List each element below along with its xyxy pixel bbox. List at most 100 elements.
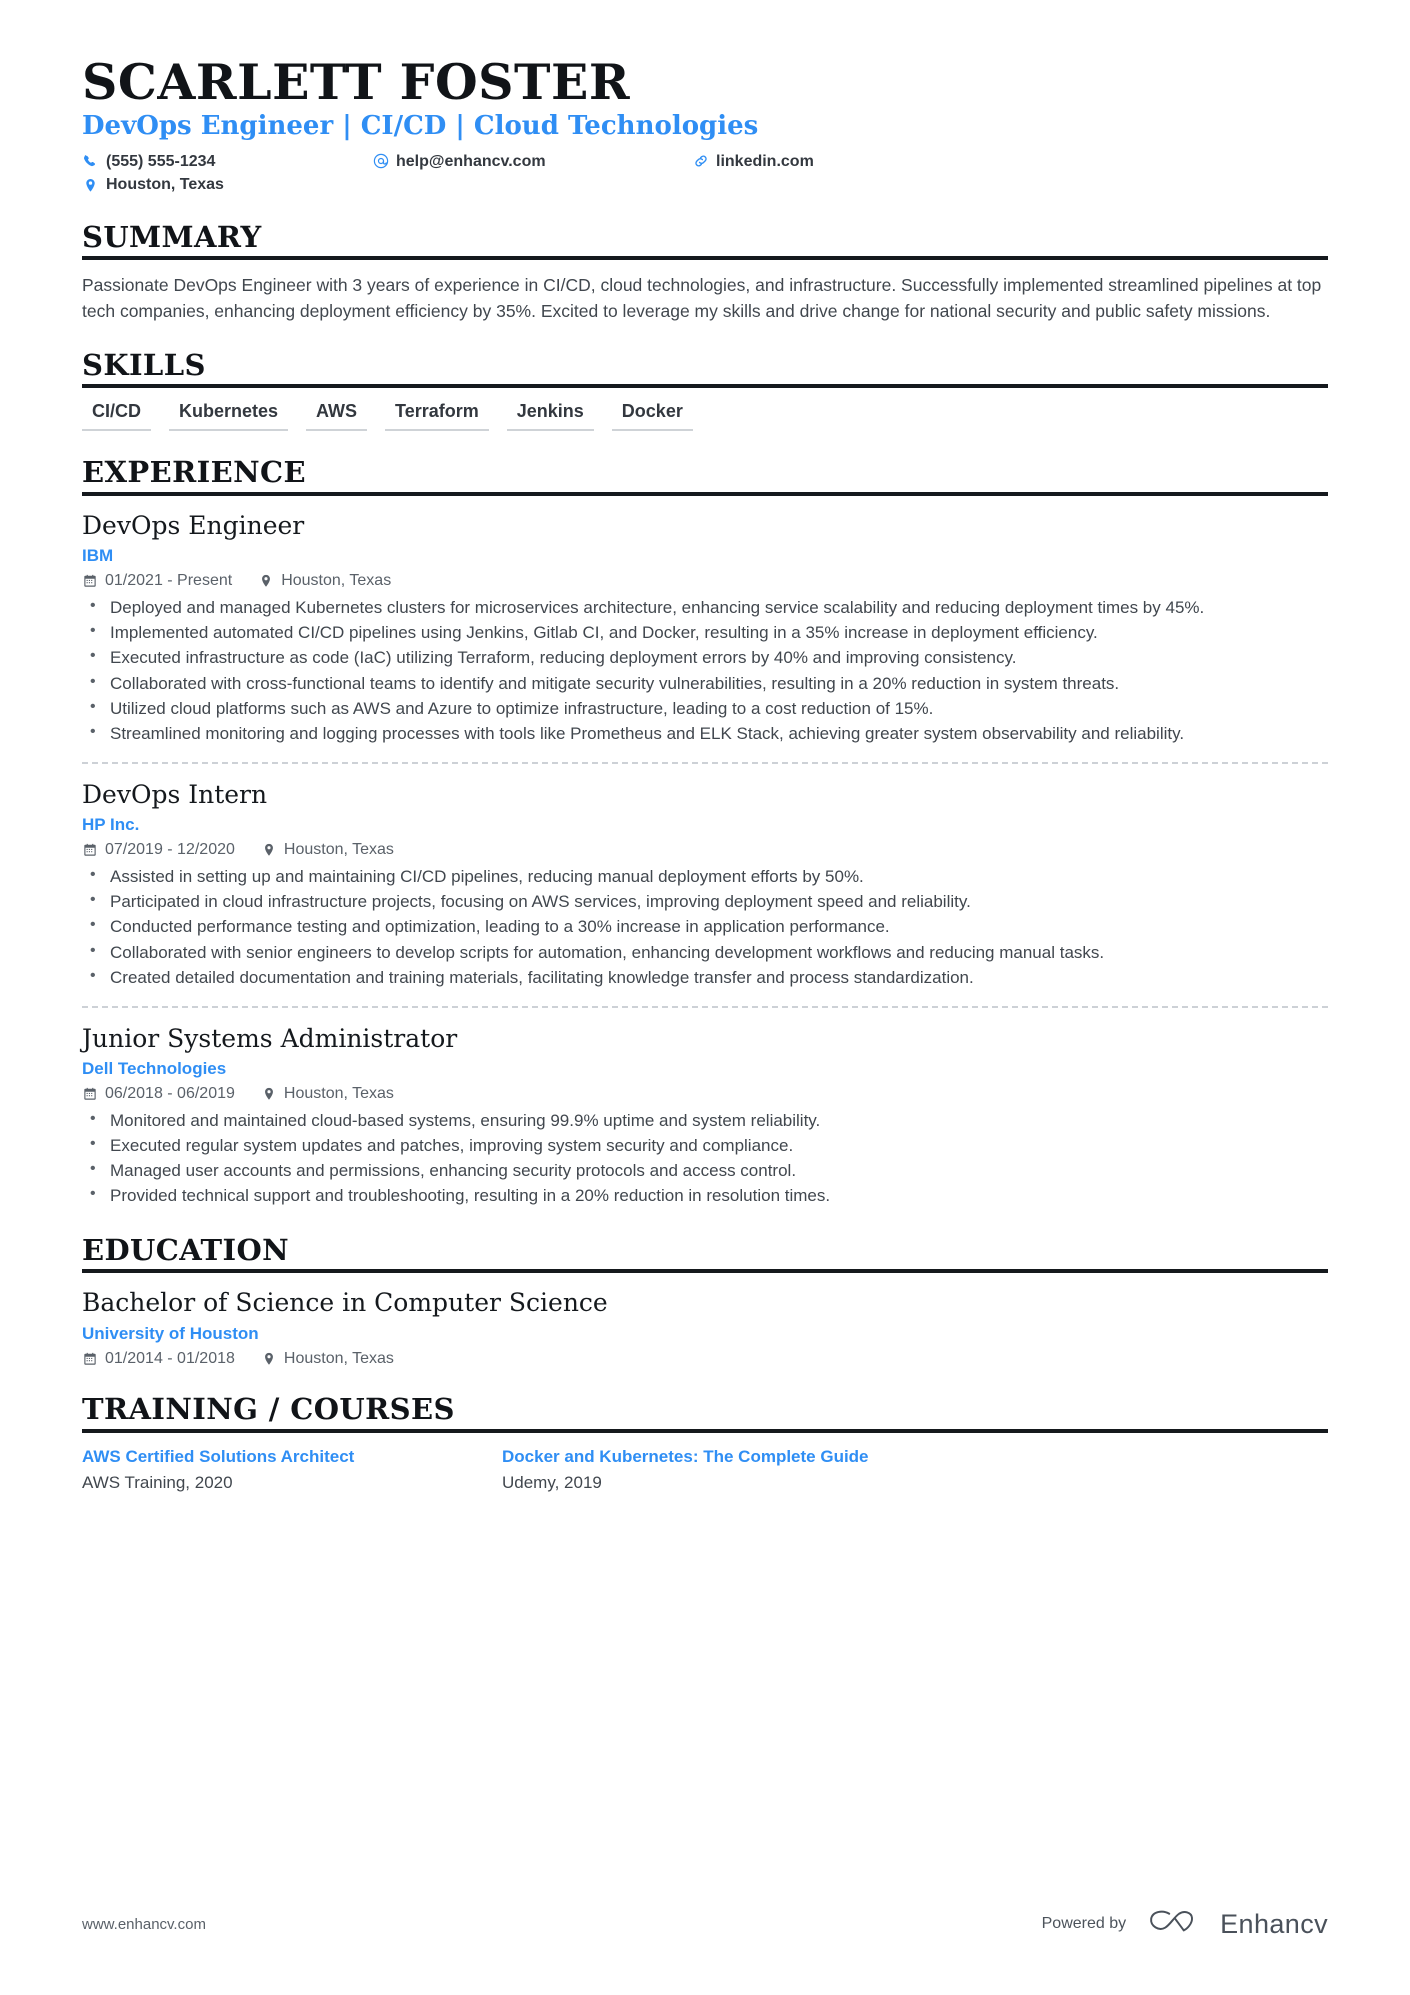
contact-email-text: help@enhancv.com (396, 152, 546, 170)
entry-location: Houston, Texas (261, 1350, 394, 1368)
enhancv-logo-icon (1146, 1907, 1208, 1941)
entry-dates: 06/2018 - 06/2019 (82, 1085, 235, 1103)
email-icon (372, 153, 389, 170)
footer-branding: Powered by Enhancv (1042, 1907, 1328, 1941)
entry-location-text: Houston, Texas (283, 841, 394, 859)
contact-row-secondary: Houston, Texas (82, 174, 1328, 196)
bullet-item: Streamlined monitoring and logging proce… (82, 721, 1328, 746)
company-name[interactable]: Dell Technologies (82, 1058, 1328, 1079)
skill-tag: Terraform (385, 401, 489, 432)
candidate-name: SCARLETT FOSTER (82, 53, 631, 111)
school-name[interactable]: University of Houston (82, 1323, 1328, 1344)
bullet-item: Participated in cloud infrastructure pro… (82, 889, 1328, 914)
entry-dates: 01/2021 - Present (82, 572, 232, 590)
section-title-experience: EXPERIENCE (82, 455, 306, 490)
phone-icon (82, 153, 99, 170)
contact-location-text: Houston, Texas (106, 176, 224, 194)
footer-website[interactable]: www.enhancv.com (82, 1916, 206, 1933)
company-name[interactable]: IBM (82, 545, 1328, 566)
course-name[interactable]: Docker and Kubernetes: The Complete Guid… (502, 1446, 904, 1468)
bullet-item: Conducted performance testing and optimi… (82, 914, 1328, 939)
course-provider: AWS Training, 2020 (82, 1473, 233, 1493)
entry-location: Houston, Texas (258, 572, 391, 590)
bullet-item: Executed infrastructure as code (IaC) ut… (82, 645, 1328, 670)
experience-entry: DevOps Engineer IBM 01/2021 - Present Ho… (82, 509, 1328, 746)
contact-location: Houston, Texas (82, 174, 372, 196)
bullet-item: Executed regular system updates and patc… (82, 1133, 1328, 1158)
resume-header: SCARLETT FOSTER DevOps Engineer | CI/CD … (82, 58, 1328, 196)
bullet-item: Utilized cloud platforms such as AWS and… (82, 696, 1328, 721)
powered-by-label: Powered by (1041, 1915, 1127, 1932)
course-list: AWS Certified Solutions Architect AWS Tr… (82, 1446, 1328, 1495)
section-title-training: TRAINING / COURSES (82, 1392, 455, 1427)
skill-tag: Jenkins (506, 401, 594, 432)
course-item: Docker and Kubernetes: The Complete Guid… (502, 1446, 922, 1495)
bullet-item: Collaborated with cross-functional teams… (82, 671, 1328, 696)
entry-meta: 01/2014 - 01/2018 Houston, Texas (82, 1350, 1328, 1368)
section-rule (82, 256, 1328, 261)
resume-content: SCARLETT FOSTER DevOps Engineer | CI/CD … (82, 58, 1328, 1495)
experience-entry: Junior Systems Administrator Dell Techno… (82, 1022, 1328, 1209)
section-experience: EXPERIENCE DevOps Engineer IBM 01/2021 -… (82, 457, 1328, 1208)
entry-meta: 06/2018 - 06/2019 Houston, Texas (82, 1085, 1328, 1103)
contact-phone[interactable]: (555) 555-1234 (82, 151, 372, 173)
entry-dates-text: 06/2018 - 06/2019 (105, 1085, 235, 1103)
bullet-item: Assisted in setting up and maintaining C… (82, 864, 1328, 889)
entry-meta: 01/2021 - Present Houston, Texas (82, 572, 1328, 590)
contact-phone-text: (555) 555-1234 (106, 152, 216, 170)
location-pin-icon (258, 573, 274, 589)
section-title-skills: SKILLS (82, 348, 206, 383)
section-summary: SUMMARY Passionate DevOps Engineer with … (82, 219, 1328, 324)
entry-dates-text: 07/2019 - 12/2020 (105, 841, 235, 859)
degree-title: Bachelor of Science in Computer Science (82, 1287, 608, 1317)
location-pin-icon (261, 1086, 277, 1102)
location-pin-icon (82, 177, 99, 194)
job-title: Junior Systems Administrator (82, 1023, 458, 1053)
contact-linkedin[interactable]: linkedin.com (692, 151, 814, 173)
job-title: DevOps Engineer (82, 510, 305, 540)
bullet-item: Created detailed documentation and train… (82, 965, 1328, 990)
section-skills: SKILLS CI/CD Kubernetes AWS Terraform Je… (82, 348, 1328, 432)
section-training: TRAINING / COURSES AWS Certified Solutio… (82, 1394, 1328, 1494)
bullet-list: Assisted in setting up and maintaining C… (82, 864, 1328, 990)
course-item: AWS Certified Solutions Architect AWS Tr… (82, 1446, 502, 1495)
entry-meta: 07/2019 - 12/2020 Houston, Texas (82, 841, 1328, 859)
resume-page: SCARLETT FOSTER DevOps Engineer | CI/CD … (0, 0, 1410, 1995)
skill-tag: Docker (611, 401, 693, 432)
entry-dates-text: 01/2014 - 01/2018 (105, 1350, 235, 1368)
section-rule (82, 491, 1328, 496)
calendar-icon (82, 842, 98, 858)
page-footer: www.enhancv.com Powered by Enhancv (82, 1907, 1328, 1941)
education-entry: Bachelor of Science in Computer Science … (82, 1286, 1328, 1368)
contact-row-primary: (555) 555-1234 help@enhancv.com linkedin… (82, 151, 1328, 173)
course-name[interactable]: AWS Certified Solutions Architect (82, 1446, 484, 1468)
enhancv-brand-name: Enhancv (1220, 1908, 1328, 1939)
bullet-item: Collaborated with senior engineers to de… (82, 940, 1328, 965)
skill-tag: Kubernetes (169, 401, 289, 432)
contact-email[interactable]: help@enhancv.com (372, 151, 692, 173)
entry-location: Houston, Texas (261, 1085, 394, 1103)
candidate-headline: DevOps Engineer | CI/CD | Cloud Technolo… (82, 111, 759, 141)
section-rule (82, 384, 1328, 389)
company-name[interactable]: HP Inc. (82, 814, 1328, 835)
skill-tag: CI/CD (82, 401, 151, 432)
entry-dates-text: 01/2021 - Present (105, 572, 233, 590)
experience-entry: DevOps Intern HP Inc. 07/2019 - 12/2020 (82, 778, 1328, 990)
calendar-icon (82, 1351, 98, 1367)
bullet-item: Provided technical support and troublesh… (82, 1183, 1328, 1208)
bullet-item: Deployed and managed Kubernetes clusters… (82, 595, 1328, 620)
bullet-list: Monitored and maintained cloud-based sys… (82, 1108, 1328, 1209)
section-education: EDUCATION Bachelor of Science in Compute… (82, 1234, 1328, 1369)
skill-tag: AWS (306, 401, 368, 432)
bullet-item: Managed user accounts and permissions, e… (82, 1158, 1328, 1183)
location-pin-icon (261, 842, 277, 858)
link-icon (692, 153, 709, 170)
entry-location-text: Houston, Texas (281, 572, 392, 590)
section-rule (82, 1428, 1328, 1433)
section-rule (82, 1268, 1328, 1273)
bullet-item: Implemented automated CI/CD pipelines us… (82, 620, 1328, 645)
entry-location-text: Houston, Texas (283, 1350, 394, 1368)
entry-dates: 07/2019 - 12/2020 (82, 841, 235, 859)
summary-text: Passionate DevOps Engineer with 3 years … (82, 275, 1322, 321)
section-title-summary: SUMMARY (82, 219, 262, 254)
